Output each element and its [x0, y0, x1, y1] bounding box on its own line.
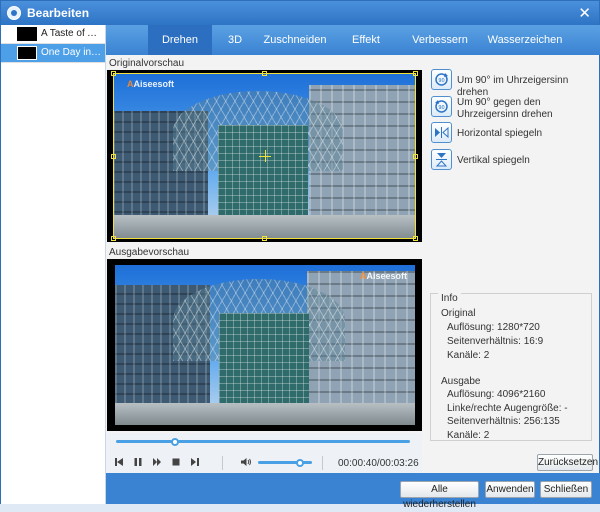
original-preview: AAiseesoft: [107, 70, 422, 242]
fast-forward-icon[interactable]: [152, 457, 162, 470]
rotate-clockwise-label: Um 90° im Uhrzeigersinn drehen: [457, 75, 569, 98]
edit-window: Bearbeiten ✕ A Taste of Aus... One Day i…: [0, 0, 600, 510]
title-bar: Bearbeiten ✕: [1, 1, 599, 25]
flip-vertical-button[interactable]: [431, 149, 452, 170]
file-item-selected[interactable]: One Day in Be...: [1, 44, 105, 63]
crop-handle-bottom-left[interactable]: [111, 236, 116, 241]
original-heading: Original: [441, 308, 476, 319]
file-item[interactable]: A Taste of Aus...: [1, 25, 105, 44]
crop-center-cross: [265, 150, 266, 162]
rotate-counterclockwise-icon: 90: [435, 100, 448, 113]
volume-icon[interactable]: [240, 457, 252, 470]
pause-icon[interactable]: [133, 457, 143, 470]
info-legend: Info: [438, 293, 461, 304]
crop-handle-bottom[interactable]: [262, 236, 267, 241]
crop-handle-bottom-right[interactable]: [413, 236, 418, 241]
rotate-clockwise-icon: 90: [435, 73, 448, 86]
output-preview: AAiseesoft: [107, 259, 422, 431]
file-thumbnail: [17, 27, 37, 41]
progress-slider-knob[interactable]: [170, 438, 179, 446]
tab-wasserzeichen[interactable]: Wasserzeichen: [484, 25, 566, 55]
flip-vertical-label: Vertikal spiegeln: [457, 155, 530, 166]
app-logo-icon: [7, 6, 21, 20]
crop-handle-top-right[interactable]: [413, 71, 418, 76]
player-controls: 00:00:40/00:03:26: [106, 433, 422, 473]
tab-zuschneiden[interactable]: Zuschneiden: [258, 25, 332, 55]
original-channels: Kanäle: 2: [447, 350, 490, 361]
flip-horizontal-label: Horizontal spiegeln: [457, 128, 543, 139]
crop-handle-top[interactable]: [262, 71, 267, 76]
output-preview-image: AAiseesoft: [115, 265, 415, 425]
tab-effekt[interactable]: Effekt: [342, 25, 390, 55]
restore-all-button[interactable]: Alle wiederherstellen: [400, 481, 479, 510]
output-resolution: Auflösung: 4096*2160: [447, 389, 546, 400]
rotate-clockwise-button[interactable]: 90: [431, 69, 452, 90]
file-name: One Day in Be...: [41, 47, 103, 58]
crop-handle-right[interactable]: [413, 154, 418, 159]
output-eye-size: Linke/rechte Augengröße: -: [447, 403, 568, 414]
svg-text:90: 90: [438, 105, 444, 111]
watermark-logo: AAiseesoft: [359, 271, 407, 281]
flip-vertical-icon: [435, 153, 448, 167]
volume-slider-knob[interactable]: [296, 459, 305, 467]
tab-drehen[interactable]: Drehen: [148, 25, 212, 55]
tab-verbessern[interactable]: Verbessern: [408, 25, 472, 55]
file-list: A Taste of Aus... One Day in Be...: [1, 25, 106, 504]
output-aspect-ratio: Seitenverhältnis: 256:135: [447, 416, 560, 427]
svg-text:90: 90: [438, 78, 444, 84]
output-preview-label: Ausgabevorschau: [109, 247, 190, 258]
progress-slider[interactable]: [116, 440, 410, 443]
window-title: Bearbeiten: [27, 6, 90, 20]
original-aspect-ratio: Seitenverhältnis: 16:9: [447, 336, 544, 347]
playback-time: 00:00:40/00:03:26: [338, 458, 419, 469]
original-resolution: Auflösung: 1280*720: [447, 322, 540, 333]
rotate-counterclockwise-button[interactable]: 90: [431, 96, 452, 117]
file-name: A Taste of Aus...: [41, 28, 103, 39]
tab-bar: Drehen 3D Zuschneiden Effekt Verbessern …: [106, 25, 600, 55]
tab-3d[interactable]: 3D: [220, 25, 250, 55]
crop-frame[interactable]: [111, 71, 418, 241]
apply-button[interactable]: Anwenden: [485, 481, 535, 498]
output-channels: Kanäle: 2: [447, 430, 490, 441]
close-window-icon[interactable]: ✕: [578, 4, 591, 22]
skip-to-start-icon[interactable]: [114, 457, 124, 470]
divider: [222, 456, 223, 470]
flip-horizontal-button[interactable]: [431, 122, 452, 143]
rotate-counterclockwise-label: Um 90° gegen den Uhrzeigersinn drehen: [457, 97, 553, 120]
stop-icon[interactable]: [171, 457, 181, 470]
flip-horizontal-icon: [435, 126, 449, 139]
original-preview-label: Originalvorschau: [109, 58, 185, 69]
crop-handle-left[interactable]: [111, 154, 116, 159]
next-frame-icon[interactable]: [190, 457, 200, 470]
file-thumbnail: [17, 46, 37, 60]
divider: [322, 456, 323, 470]
crop-handle-top-left[interactable]: [111, 71, 116, 76]
output-heading: Ausgabe: [441, 376, 481, 387]
close-button[interactable]: Schließen: [540, 481, 592, 498]
reset-button[interactable]: Zurücksetzen: [537, 454, 598, 471]
